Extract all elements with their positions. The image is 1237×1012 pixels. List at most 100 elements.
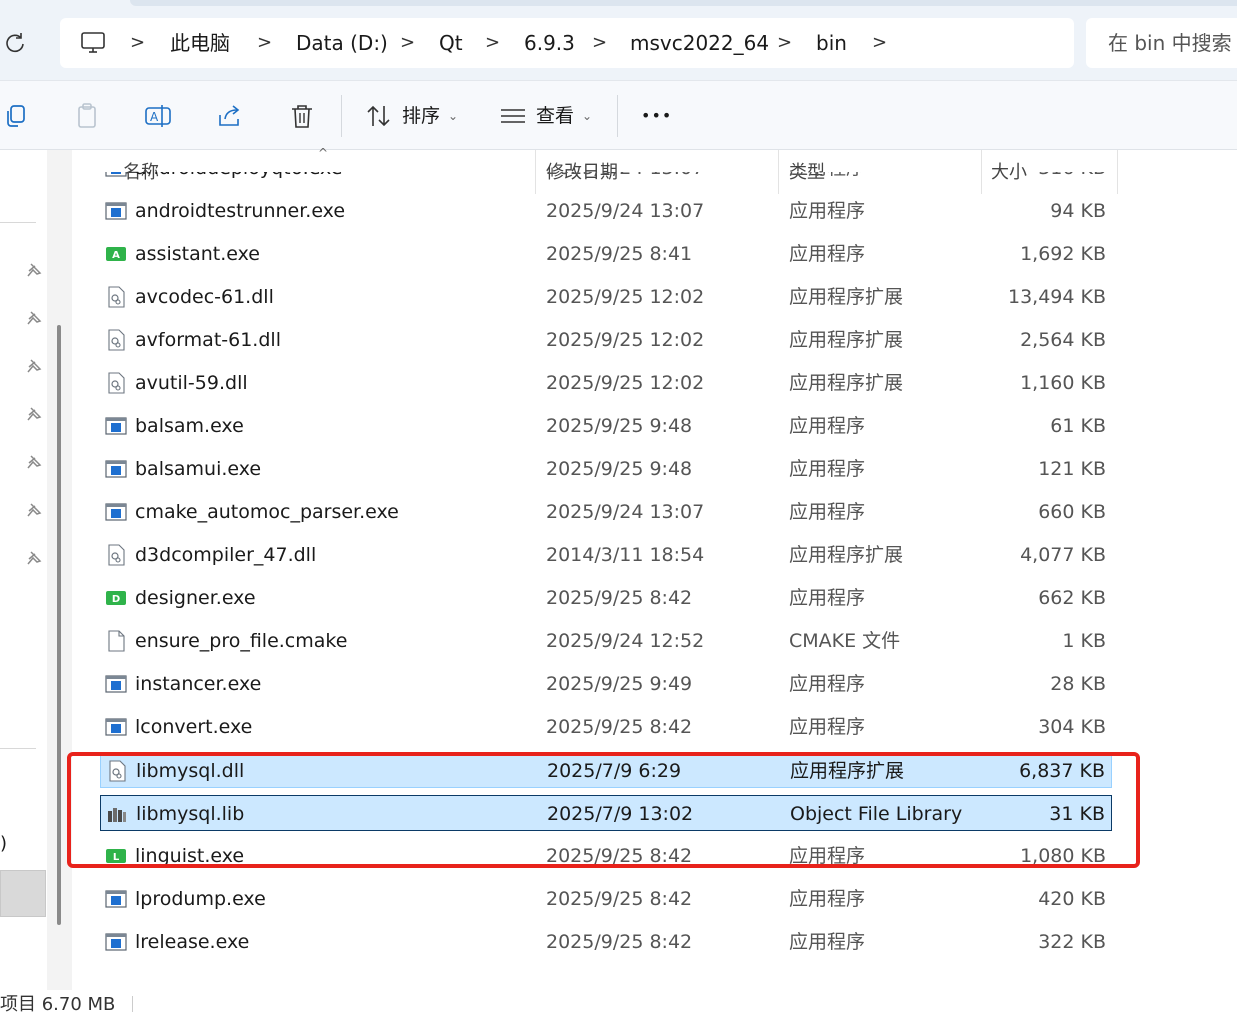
command-bar: A 排序 ⌄ 查看 ⌄ •••	[0, 80, 1237, 150]
file-date-modified: 2025/9/25 9:48	[546, 458, 693, 480]
refresh-icon	[6, 33, 24, 53]
sort-ascending-icon: ^	[318, 146, 329, 160]
qt-designer-icon: D	[106, 591, 126, 605]
this-pc-icon	[81, 32, 105, 53]
breadcrumb-qt[interactable]: Qt	[439, 18, 463, 68]
file-name: androiddeployqt6.exe	[135, 172, 342, 186]
pin-icon[interactable]	[24, 454, 42, 472]
breadcrumb-chevron-icon[interactable]: >	[592, 18, 607, 68]
dll-icon	[108, 544, 125, 566]
file-row[interactable]: cmake_automoc_parser.exe 2025/9/24 13:07 应…	[100, 494, 1112, 530]
file-row[interactable]: ensure_pro_file.cmake 2025/9/24 12:52 CMAK…	[100, 623, 1112, 659]
file-type: 应用程序扩展	[789, 329, 904, 351]
file-size: 322 KB	[1038, 931, 1106, 953]
file-size: 1,160 KB	[1020, 372, 1106, 394]
file-type: 应用程序	[789, 931, 866, 953]
breadcrumb-chevron-icon[interactable]: >	[130, 18, 145, 68]
dll-icon	[108, 286, 125, 308]
file-type: 应用程序	[789, 200, 866, 222]
share-icon[interactable]	[215, 101, 245, 131]
file-date-modified: 2025/7/9 6:29	[547, 760, 682, 782]
file-row[interactable]: androidtestrunner.exe 2025/9/24 13:07 应用程序…	[100, 193, 1112, 229]
file-row[interactable]: libmysql.dll 2025/7/9 6:29 应用程序扩展 6,837 KB	[100, 752, 1112, 788]
exe-icon	[105, 890, 127, 908]
pin-icon[interactable]	[24, 310, 42, 328]
qt-assistant-icon: A	[106, 247, 126, 261]
paste-icon[interactable]	[72, 101, 102, 131]
file-size: 28 KB	[1050, 673, 1106, 695]
chevron-down-icon[interactable]: ⌄	[582, 101, 592, 131]
breadcrumb-bin[interactable]: bin	[816, 18, 847, 68]
file-row[interactable]: instancer.exe 2025/9/25 9:49 应用程序 28 KB	[100, 666, 1112, 702]
svg-text:A: A	[112, 250, 120, 261]
file-row[interactable]: lrelease.exe 2025/9/25 8:42 应用程序 322 KB	[100, 924, 1112, 960]
breadcrumb-data-drive[interactable]: Data (D:)	[296, 18, 388, 68]
pin-icon[interactable]	[24, 502, 42, 520]
breadcrumb-version[interactable]: 6.9.3	[524, 18, 575, 68]
file-row[interactable]: Ddesigner.exe 2025/9/25 8:42 应用程序 662 KB	[100, 580, 1112, 616]
file-explorer-window: > 此电脑 > Data (D:) > Qt > 6.9.3 > msvc202…	[0, 0, 1237, 1012]
file-date-modified: 2025/9/25 9:49	[546, 673, 693, 695]
file-name: assistant.exe	[135, 243, 260, 265]
exe-icon	[105, 675, 127, 693]
nav-scrollbar-thumb[interactable]	[57, 325, 61, 925]
delete-icon[interactable]	[287, 101, 317, 131]
pin-icon[interactable]	[24, 550, 42, 568]
qt-linguist-icon: L	[106, 849, 126, 863]
breadcrumb-chevron-icon[interactable]: >	[872, 18, 887, 68]
file-date-modified: 2025/9/25 8:42	[546, 716, 693, 738]
toolbar-divider	[617, 95, 618, 137]
file-date-modified: 2025/9/25 8:42	[546, 587, 693, 609]
file-row[interactable]: lprodump.exe 2025/9/25 8:42 应用程序 420 KB	[100, 881, 1112, 917]
file-name: lconvert.exe	[135, 716, 253, 738]
breadcrumb-chevron-icon[interactable]: >	[777, 18, 792, 68]
breadcrumb-chevron-icon[interactable]: >	[257, 18, 272, 68]
copy-icon[interactable]	[2, 101, 32, 131]
file-size: 316 KB	[1038, 172, 1106, 186]
view-icon[interactable]	[498, 101, 528, 131]
pin-icon[interactable]	[24, 406, 42, 424]
file-date-modified: 2025/9/24 13:07	[546, 200, 705, 222]
file-row[interactable]: balsam.exe 2025/9/25 9:48 应用程序 61 KB	[100, 408, 1112, 444]
file-date-modified: 2025/9/25 12:02	[546, 372, 705, 394]
view-button[interactable]: 查看	[536, 101, 574, 131]
breadcrumb-chevron-icon[interactable]: >	[485, 18, 500, 68]
more-options-button[interactable]: •••	[641, 101, 672, 131]
file-row[interactable]: lconvert.exe 2025/9/25 8:42 应用程序 304 KB	[100, 709, 1112, 745]
address-bar[interactable]: > 此电脑 > Data (D:) > Qt > 6.9.3 > msvc202…	[60, 18, 1074, 68]
file-type: 应用程序扩展	[790, 760, 905, 782]
pin-icon[interactable]	[24, 358, 42, 376]
file-type: 应用程序扩展	[789, 544, 904, 566]
chevron-down-icon[interactable]: ⌄	[448, 101, 458, 131]
file-name: avformat-61.dll	[135, 329, 281, 351]
file-row[interactable]: libmysql.lib 2025/7/9 13:02 Object File Li…	[100, 795, 1112, 831]
sort-icon[interactable]	[364, 101, 394, 131]
file-row[interactable]: androiddeployqt6.exe 2025/9/24 13:07 应用程序 3…	[100, 172, 1112, 186]
file-row[interactable]: avformat-61.dll 2025/9/25 12:02 应用程序扩展 2,56…	[100, 322, 1112, 358]
file-row[interactable]: d3dcompiler_47.dll 2014/3/11 18:54 应用程序扩展 4…	[100, 537, 1112, 573]
file-row[interactable]: Aassistant.exe 2025/9/25 8:41 应用程序 1,692 KB	[100, 236, 1112, 272]
refresh-button[interactable]	[0, 28, 30, 58]
file-name: lrelease.exe	[135, 931, 250, 953]
toolbar-divider	[341, 95, 342, 137]
file-date-modified: 2025/9/24 13:07	[546, 172, 704, 186]
lib-icon	[108, 808, 126, 822]
search-input[interactable]: 在 bin 中搜索	[1086, 18, 1237, 68]
nav-item-label[interactable]: )	[0, 834, 7, 854]
file-row[interactable]: Llinguist.exe 2025/9/25 8:42 应用程序 1,080 KB	[100, 838, 1112, 874]
nav-item-selected[interactable]	[0, 870, 46, 917]
breadcrumb-this-pc[interactable]: 此电脑	[170, 18, 230, 68]
file-row[interactable]: avcodec-61.dll 2025/9/25 12:02 应用程序扩展 13,49…	[100, 279, 1112, 315]
exe-icon	[105, 503, 127, 521]
rename-icon[interactable]: A	[143, 101, 173, 131]
pin-icon[interactable]	[24, 262, 42, 280]
file-date-modified: 2025/9/24 13:07	[546, 501, 705, 523]
file-row[interactable]: balsamui.exe 2025/9/25 9:48 应用程序 121 KB	[100, 451, 1112, 487]
file-row[interactable]: avutil-59.dll 2025/9/25 12:02 应用程序扩展 1,160 …	[100, 365, 1112, 401]
breadcrumb-chevron-icon[interactable]: >	[400, 18, 415, 68]
file-name: d3dcompiler_47.dll	[135, 544, 317, 566]
file-type: 应用程序扩展	[789, 372, 904, 394]
breadcrumb-msvc[interactable]: msvc2022_64	[630, 18, 769, 68]
sort-button[interactable]: 排序	[402, 101, 440, 131]
file-name: designer.exe	[135, 587, 256, 609]
